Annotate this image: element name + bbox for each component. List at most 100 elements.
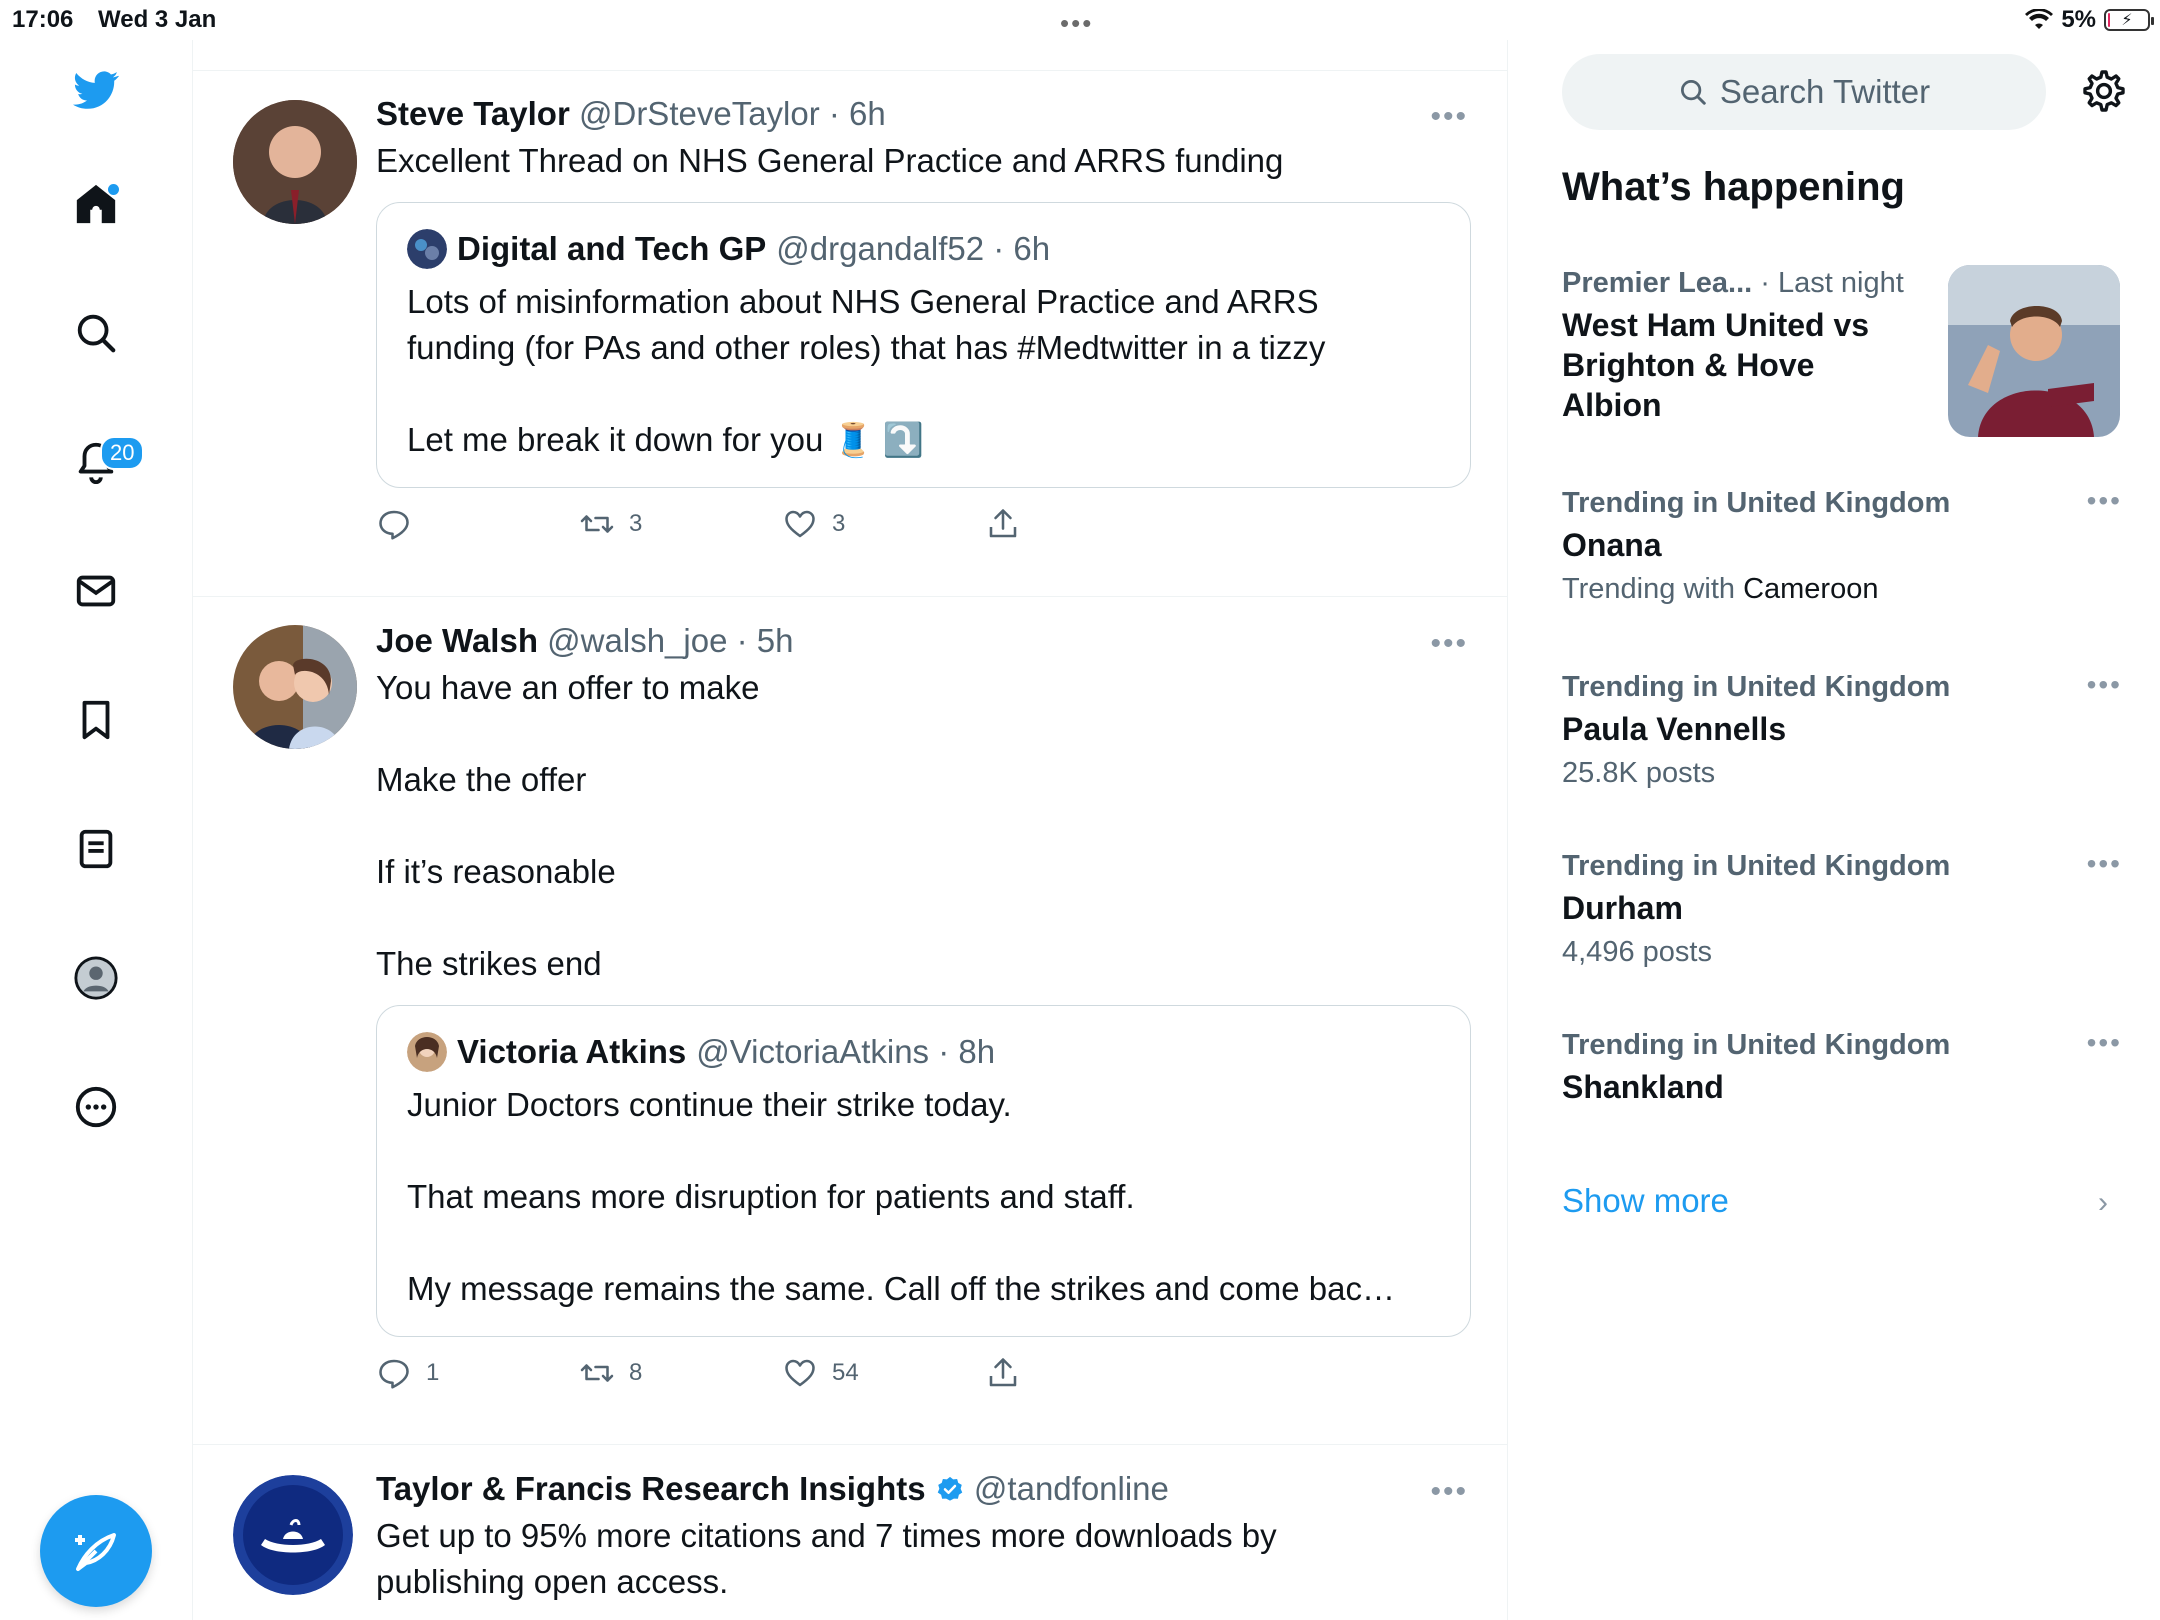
quoted-avatar bbox=[407, 1032, 447, 1072]
quoted-avatar bbox=[407, 229, 447, 269]
quoted-text-line: Lots of misinformation about NHS General… bbox=[407, 283, 1319, 320]
status-right: 5% ⚡ bbox=[2025, 6, 2154, 34]
compose-tweet-button[interactable] bbox=[40, 1495, 152, 1607]
status-date: Wed 3 Jan bbox=[98, 6, 217, 33]
quoted-author-name: Digital and Tech GP bbox=[457, 230, 767, 267]
quoted-author-meta: @drgandalf52 · 6h bbox=[776, 230, 1051, 267]
retweet-count: 3 bbox=[629, 510, 643, 537]
messages-icon[interactable] bbox=[56, 551, 136, 631]
status-time: 17:06 bbox=[12, 6, 74, 33]
notifications-badge: 20 bbox=[100, 436, 145, 470]
tweet[interactable]: Joe Walsh @walsh_joe · 5h You have an of… bbox=[193, 597, 1507, 1445]
like-button[interactable]: 54 bbox=[782, 1355, 985, 1391]
reply-button[interactable]: 1 bbox=[376, 1355, 579, 1391]
tweet-more-icon[interactable]: ••• bbox=[1430, 627, 1468, 661]
share-button[interactable] bbox=[985, 506, 1188, 542]
trend-more-icon[interactable]: ••• bbox=[2087, 669, 2122, 701]
tweet-text: You have an offer to make Make the offer… bbox=[376, 665, 1476, 987]
share-button[interactable] bbox=[985, 1355, 1188, 1391]
tweet-text-line: publishing open access. bbox=[376, 1563, 729, 1600]
trend-post-count: 4,496 posts bbox=[1562, 936, 1712, 968]
trend-context: Trending in United Kingdom bbox=[1562, 671, 1951, 703]
trend-item[interactable]: Trending in United Kingdom Onana Trendin… bbox=[1562, 485, 2122, 609]
heart-icon bbox=[785, 510, 815, 538]
twitter-logo-icon[interactable] bbox=[56, 50, 136, 130]
tweet-more-icon[interactable]: ••• bbox=[1430, 100, 1468, 134]
trend-item[interactable]: Trending in United Kingdom Durham 4,496 … bbox=[1562, 848, 2122, 972]
like-count: 54 bbox=[832, 1359, 859, 1386]
tweet[interactable]: Steve Taylor @DrSteveTaylor · 6h Excelle… bbox=[193, 70, 1507, 597]
trend-title: Onana bbox=[1562, 527, 1662, 563]
tweet-text-line: Make the offer bbox=[376, 761, 587, 798]
notifications-bell-icon[interactable]: 20 bbox=[56, 422, 145, 502]
avatar[interactable] bbox=[233, 100, 357, 224]
quoted-text-line: funding (for PAs and other roles) that h… bbox=[407, 329, 1326, 366]
quoted-text-line: Let me break it down for you 🧵 ⤵️ bbox=[407, 421, 924, 458]
verified-badge-icon bbox=[937, 1476, 962, 1501]
like-count: 3 bbox=[832, 510, 846, 537]
reply-icon bbox=[379, 510, 409, 540]
like-button[interactable]: 3 bbox=[782, 506, 985, 542]
author-meta[interactable]: @walsh_joe · 5h bbox=[547, 622, 793, 659]
quoted-author-name: Victoria Atkins bbox=[457, 1033, 687, 1070]
profile-avatar-icon[interactable] bbox=[56, 938, 136, 1018]
tweet-header: Steve Taylor @DrSteveTaylor · 6h bbox=[376, 94, 1476, 134]
author-meta[interactable]: @tandfonline bbox=[974, 1470, 1169, 1507]
avatar[interactable] bbox=[233, 1475, 353, 1595]
search-icon[interactable] bbox=[56, 293, 136, 373]
trend-subtitle: Trending with Cameroon bbox=[1562, 569, 2122, 609]
tweet[interactable]: Taylor & Francis Research Insights @tand… bbox=[193, 1445, 1507, 1620]
tweet-header: Taylor & Francis Research Insights @tand… bbox=[376, 1469, 1476, 1509]
home-icon[interactable] bbox=[56, 164, 136, 244]
tweet-text: Get up to 95% more citations and 7 times… bbox=[376, 1513, 1476, 1605]
quoted-tweet[interactable]: Digital and Tech GP @drgandalf52 · 6h Lo… bbox=[376, 202, 1471, 488]
trend-title: Shankland bbox=[1562, 1069, 1724, 1105]
quoted-tweet[interactable]: Victoria Atkins @VictoriaAtkins · 8h Jun… bbox=[376, 1005, 1471, 1337]
quoted-tweet-text: Lots of misinformation about NHS General… bbox=[407, 279, 1440, 463]
tweet-actions: 1 8 54 bbox=[376, 1351, 1476, 1395]
quoted-tweet-header: Victoria Atkins @VictoriaAtkins · 8h bbox=[407, 1032, 1440, 1072]
trend-item[interactable]: Trending in United Kingdom Shankland ••• bbox=[1562, 1027, 2122, 1107]
quoted-text-line: My message remains the same. Call off th… bbox=[407, 1270, 1395, 1307]
trend-more-icon[interactable]: ••• bbox=[2087, 848, 2122, 880]
chevron-right-icon[interactable]: › bbox=[2098, 1186, 2108, 1220]
avatar[interactable] bbox=[233, 625, 357, 749]
retweet-icon bbox=[580, 515, 614, 533]
author-meta[interactable]: @DrSteveTaylor · 6h bbox=[579, 95, 886, 132]
author-name[interactable]: Steve Taylor bbox=[376, 95, 570, 132]
left-nav: 20 bbox=[0, 40, 193, 1620]
gear-icon[interactable] bbox=[2078, 68, 2126, 116]
tweet-more-icon[interactable]: ••• bbox=[1430, 1475, 1468, 1509]
battery-icon: ⚡ bbox=[2104, 9, 2154, 31]
search-input[interactable]: Search Twitter bbox=[1562, 54, 2046, 130]
search-icon bbox=[1680, 80, 1706, 105]
battery-percent: 5% bbox=[2061, 6, 2096, 33]
author-name[interactable]: Taylor & Francis Research Insights bbox=[376, 1470, 926, 1507]
trend-with-link[interactable]: Cameroon bbox=[1743, 573, 1878, 605]
author-name[interactable]: Joe Walsh bbox=[376, 622, 538, 659]
show-more-link[interactable]: Show more bbox=[1562, 1182, 1729, 1220]
trend-context: Trending in United Kingdom bbox=[1562, 1029, 1951, 1061]
retweet-button[interactable]: 8 bbox=[579, 1355, 782, 1391]
tweet-text-gap bbox=[376, 711, 1476, 757]
retweet-button[interactable]: 3 bbox=[579, 506, 782, 542]
trend-more-icon[interactable]: ••• bbox=[2087, 1027, 2122, 1059]
trend-item[interactable]: Trending in United Kingdom Paula Vennell… bbox=[1562, 669, 2122, 793]
quoted-text-line: Junior Doctors continue their strike tod… bbox=[407, 1086, 1012, 1123]
search-placeholder: Search Twitter bbox=[1719, 73, 1931, 110]
reply-button[interactable] bbox=[376, 506, 579, 542]
multitasking-dots-icon[interactable]: ••• bbox=[1060, 8, 1093, 39]
whats-happening-heading: What’s happening bbox=[1562, 165, 1905, 209]
lists-icon[interactable] bbox=[56, 809, 136, 889]
more-options-icon[interactable] bbox=[56, 1067, 136, 1147]
tweet-header: Joe Walsh @walsh_joe · 5h bbox=[376, 621, 1476, 661]
bookmark-icon[interactable] bbox=[56, 680, 136, 760]
tweet-text-gap bbox=[376, 895, 1476, 941]
tweet-text-line: The strikes end bbox=[376, 945, 602, 982]
trend-more-icon[interactable]: ••• bbox=[2087, 485, 2122, 517]
wifi-icon bbox=[2025, 9, 2054, 29]
retweet-count: 8 bbox=[629, 1359, 643, 1386]
trend-image[interactable] bbox=[1948, 265, 2120, 437]
quoted-tweet-text: Junior Doctors continue their strike tod… bbox=[407, 1082, 1440, 1312]
timeline: Steve Taylor @DrSteveTaylor · 6h Excelle… bbox=[193, 40, 1508, 1620]
